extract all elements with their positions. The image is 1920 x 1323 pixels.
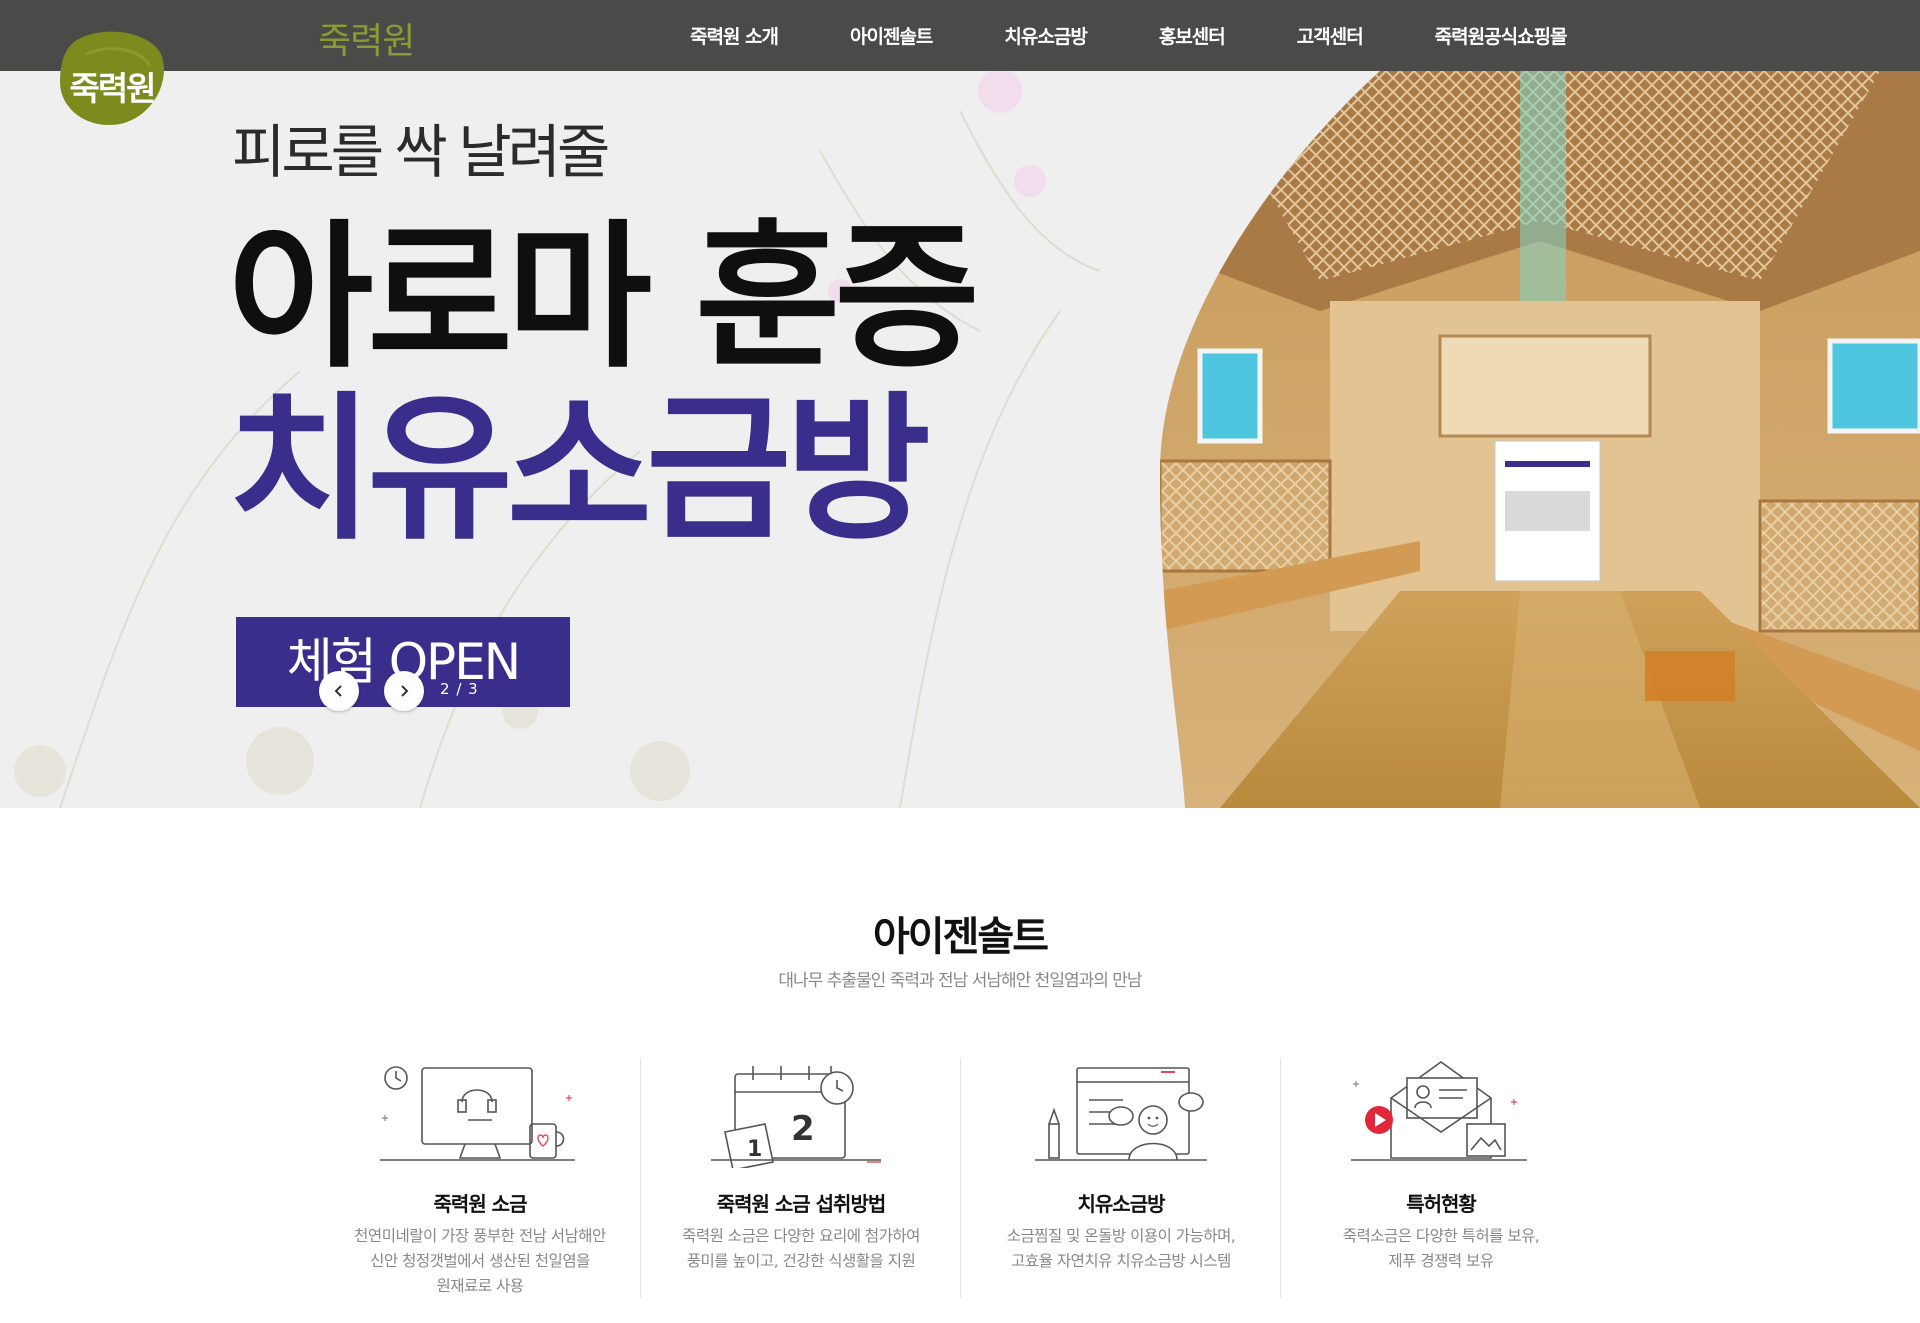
logo-badge[interactable]: 죽력원 (56, 24, 168, 128)
slide-next-button[interactable] (384, 671, 424, 711)
feature-desc-line: 원재료로 사용 (436, 1277, 525, 1295)
top-header: 죽력원 죽력원 소개 아이젠솔트 치유소금방 홍보센터 고객센터 죽력원공식쇼핑… (0, 0, 1920, 71)
hero-subtitle: 피로를 싹 날려줄 (232, 118, 610, 186)
feature-description: 죽력원 소금은 다양한 요리에 첨가하여 풍미를 높이고, 건강한 식생활을 지… (651, 1224, 951, 1274)
feature-title: 특허현황 (1406, 1192, 1477, 1216)
feature-desc-line: 천연미네랄이 가장 풍부한 전남 서남해안 (354, 1227, 606, 1245)
calendar-icon: 1 2 (711, 1066, 881, 1168)
nav-item-pr-center[interactable]: 홍보센터 (1159, 22, 1226, 49)
desktop-support-icon (380, 1066, 575, 1161)
feature-desc-line: 소금찜질 및 온돌방 이용이 가능하며, (1006, 1227, 1236, 1245)
slide-counter: 2 / 3 (440, 680, 479, 698)
feature-description: 소금찜질 및 온돌방 이용이 가능하며, 고효율 자연치유 치유소금방 시스템 (971, 1224, 1271, 1274)
slide-separator: / (456, 680, 463, 698)
svg-text:2: 2 (791, 1109, 815, 1149)
feature-desc-line: 신안 청정갯벌에서 생산된 천일염을 (370, 1252, 590, 1270)
feature-item-patents[interactable]: 특허현황 죽력소금은 다양한 특허를 보유, 제푸 경쟁력 보유 (1280, 1058, 1600, 1298)
logo-badge-text: 죽력원 (69, 69, 156, 108)
feature-item-salt[interactable]: 죽력원 소금 천연미네랄이 가장 풍부한 전남 서남해안 신안 청정갯벌에서 생… (320, 1058, 640, 1298)
feature-desc-line: 죽력원 소금은 다양한 요리에 첨가하여 (682, 1227, 920, 1245)
feature-description: 죽력소금은 다양한 특허를 보유, 제푸 경쟁력 보유 (1291, 1224, 1591, 1274)
hero-title-line2: 치유소금방 (228, 378, 931, 562)
main-nav: 죽력원 소개 아이젠솔트 치유소금방 홍보센터 고객센터 죽력원공식쇼핑몰 (690, 0, 1568, 71)
feature-list: 죽력원 소금 천연미네랄이 가장 풍부한 전남 서남해안 신안 청정갯벌에서 생… (320, 1058, 1600, 1298)
svg-text:1: 1 (747, 1137, 762, 1162)
hero-title-line1: 아로마 훈증 (228, 206, 980, 390)
chevron-left-icon (334, 685, 342, 697)
feature-desc-line: 제푸 경쟁력 보유 (1388, 1252, 1494, 1270)
hero-slider: 피로를 싹 날려줄 아로마 훈증 치유소금방 체험 OPEN 2 / 3 (0, 71, 1920, 808)
feature-title: 죽력원 소금 섭취방법 (716, 1192, 887, 1216)
logo-wordmark[interactable]: 죽력원 (318, 12, 415, 64)
slide-prev-button[interactable] (319, 671, 359, 711)
nav-item-customer-center[interactable]: 고객센터 (1297, 22, 1364, 49)
nav-item-about[interactable]: 죽력원 소개 (690, 22, 779, 49)
chevron-right-icon (401, 685, 409, 697)
slide-current: 2 (440, 680, 451, 698)
feature-desc-line: 풍미를 높이고, 건강한 식생활을 지원 (686, 1252, 916, 1270)
feature-title: 치유소금방 (1077, 1192, 1166, 1216)
chat-browser-icon (1035, 1067, 1207, 1161)
feature-desc-line: 죽력소금은 다양한 특허를 보유, (1342, 1227, 1540, 1245)
feature-desc-line: 고효율 자연치유 치유소금방 시스템 (1011, 1252, 1231, 1270)
feature-description: 천연미네랄이 가장 풍부한 전남 서남해안 신안 청정갯벌에서 생산된 천일염을… (330, 1224, 630, 1299)
slide-total: 3 (468, 680, 479, 698)
section-subtitle: 대나무 추출물인 죽력과 전남 서남해안 천일염과의 만남 (778, 971, 1142, 991)
media-mail-icon (1351, 1061, 1527, 1161)
nav-item-eisensalt[interactable]: 아이젠솔트 (850, 22, 933, 49)
feature-item-intake-method[interactable]: 1 2 죽력원 소금 섭취방법 죽력원 소금은 다양한 요리에 첨가하여 풍미를… (640, 1058, 960, 1298)
section-title: 아이젠솔트 (873, 914, 1049, 960)
feature-item-healing-room[interactable]: 치유소금방 소금찜질 및 온돌방 이용이 가능하며, 고효율 자연치유 치유소금… (960, 1058, 1280, 1298)
feature-title: 죽력원 소금 (433, 1192, 528, 1216)
nav-item-healing-salt-room[interactable]: 치유소금방 (1004, 22, 1087, 49)
nav-item-official-shop[interactable]: 죽력원공식쇼핑몰 (1435, 22, 1568, 49)
